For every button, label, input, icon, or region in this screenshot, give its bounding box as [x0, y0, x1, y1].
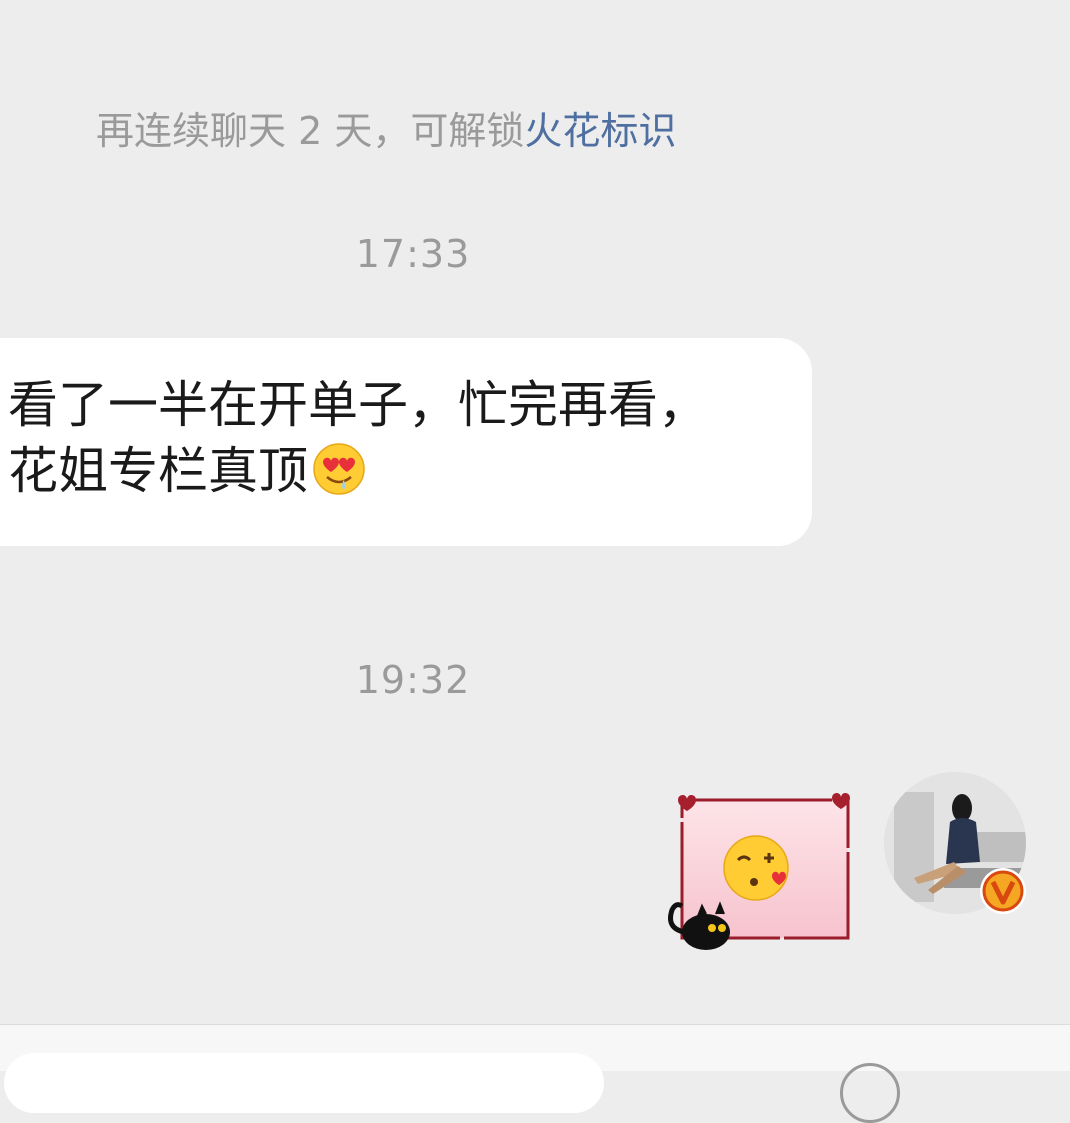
incoming-message-text[interactable]: 看了一半在开单子，忙完再看， 花姐专栏真顶 — [8, 372, 808, 504]
heart-eyes-emoji-icon — [313, 443, 365, 495]
message-line-2: 花姐专栏真顶 — [8, 438, 808, 504]
message-line-1: 看了一半在开单子，忙完再看， — [8, 376, 708, 434]
spark-badge-link[interactable]: 火花标识 — [524, 109, 676, 153]
message-input[interactable] — [4, 1053, 604, 1113]
chat-input-bar — [0, 1024, 1070, 1123]
chat-area: 再连续聊天 2 天，可解锁火花标识 17:33 看了一半在开单子，忙完再看， 花… — [0, 0, 1070, 1024]
kiss-sticker[interactable] — [636, 790, 866, 960]
emoji-button-icon[interactable] — [840, 1063, 900, 1123]
verified-v-badge-icon — [980, 868, 1026, 914]
message-line-2-text: 花姐专栏真顶 — [8, 442, 308, 500]
spark-unlock-notice: 再连续聊天 2 天，可解锁火花标识 — [96, 100, 676, 155]
spark-notice-text: 再连续聊天 2 天，可解锁 — [96, 109, 525, 153]
message-timestamp: 19:32 — [355, 658, 471, 702]
message-timestamp: 17:33 — [355, 232, 471, 276]
